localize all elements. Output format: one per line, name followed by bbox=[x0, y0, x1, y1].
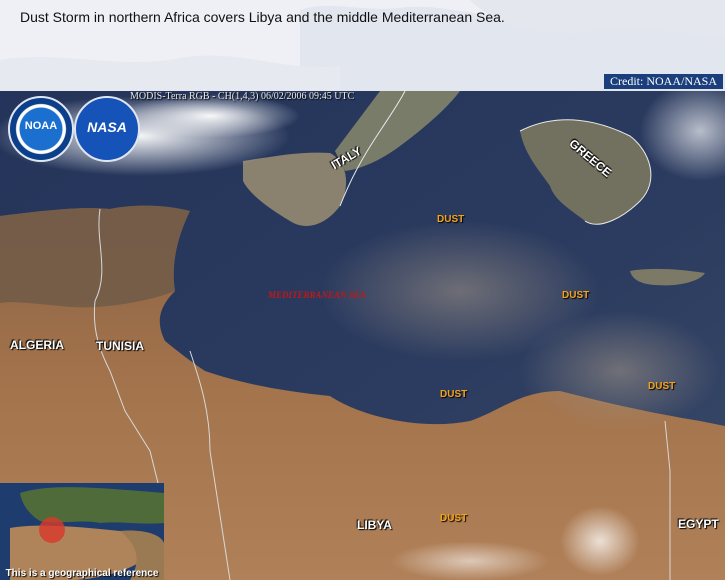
dust-label-3: DUST bbox=[440, 389, 468, 400]
cloud-egypt bbox=[560, 506, 640, 576]
credit-badge: Credit: NOAA/NASA bbox=[604, 74, 723, 89]
nasa-logo: NASA bbox=[74, 96, 140, 162]
label-libya: LIBYA bbox=[357, 518, 392, 532]
dust-label-2: DUST bbox=[562, 290, 590, 301]
header-bar: Dust Storm in northern Africa covers Lib… bbox=[0, 0, 725, 91]
label-tunisia: TUNISIA bbox=[96, 339, 144, 353]
label-mediterranean-sea: MEDITERRANEAN SEA bbox=[268, 290, 366, 300]
inset-map bbox=[0, 483, 164, 580]
reference-inset-map: This is a geographical reference bbox=[0, 483, 164, 580]
label-algeria: ALGERIA bbox=[10, 338, 64, 352]
dust-label-4: DUST bbox=[648, 381, 676, 392]
dust-haze-2 bbox=[520, 311, 720, 431]
inset-caption: This is a geographical reference bbox=[5, 568, 159, 579]
cloud-libya-south bbox=[390, 541, 550, 580]
land-north-dark bbox=[0, 205, 190, 308]
label-egypt: EGYPT bbox=[678, 517, 719, 531]
reference-highlight-marker bbox=[39, 517, 65, 543]
dust-label-1: DUST bbox=[437, 214, 465, 225]
dust-label-5: DUST bbox=[440, 513, 468, 524]
noaa-logo-text: NOAA bbox=[24, 120, 58, 132]
map-figure: Dust Storm in northern Africa covers Lib… bbox=[0, 0, 725, 580]
nasa-logo-text: NASA bbox=[87, 119, 127, 135]
image-caption: MODIS-Terra RGB - CH(1,4,3) 06/02/2006 0… bbox=[130, 91, 355, 102]
noaa-logo: NOAA bbox=[8, 96, 74, 162]
page-title: Dust Storm in northern Africa covers Lib… bbox=[20, 9, 505, 25]
